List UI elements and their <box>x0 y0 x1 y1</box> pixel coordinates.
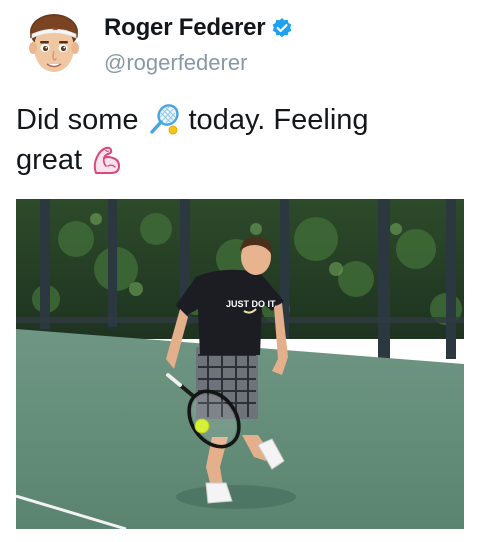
user-handle[interactable]: @rogerfederer <box>104 50 247 76</box>
tweet-header: Roger Federer @rogerfederer <box>0 0 480 90</box>
shirt-logo-text: JUST DO IT. <box>226 299 277 309</box>
tennis-racket-emoji-icon <box>147 103 181 137</box>
flexed-biceps-emoji-icon <box>90 143 124 177</box>
tweet-text-segment: Did some <box>16 104 139 136</box>
tweet-text: Did some today. Feeling great <box>16 100 466 180</box>
tweet-text-line-2: great <box>16 140 466 180</box>
tweet-text-segment: today. Feeling <box>188 104 369 136</box>
tweet-text-segment: great <box>16 144 83 176</box>
tweet-text-line-1: Did some today. Feeling <box>16 100 466 140</box>
name-row: Roger Federer <box>104 14 293 42</box>
verified-badge-icon <box>271 17 293 39</box>
display-name[interactable]: Roger Federer <box>104 14 266 42</box>
tweet-photo[interactable]: JUST DO IT. <box>16 199 464 529</box>
memoji-avatar-icon[interactable] <box>18 8 90 80</box>
